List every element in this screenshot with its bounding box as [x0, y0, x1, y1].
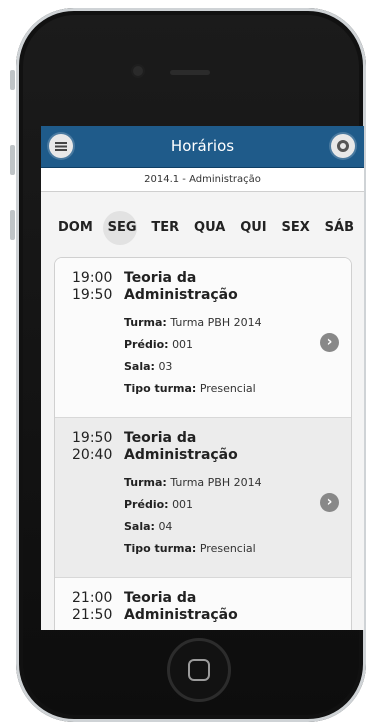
page-title: Horários: [170, 137, 235, 155]
tipo-label: Tipo turma:: [124, 382, 197, 395]
day-ter[interactable]: TER: [151, 220, 179, 235]
turma-value: Turma PBH 2014: [170, 316, 262, 329]
volume-down-button: [10, 210, 15, 240]
day-dom[interactable]: DOM: [58, 220, 93, 235]
subject-line-2: Administração: [124, 447, 238, 463]
class-item[interactable]: 19:00 19:50 Teoria da Administração Turm…: [55, 258, 351, 418]
subject-name: Teoria da Administração: [124, 270, 284, 304]
chevron-right-icon[interactable]: ›: [320, 493, 339, 512]
subject-line-1: Teoria da: [124, 590, 197, 606]
subject-line-1: Teoria da: [124, 270, 197, 286]
subject-line-2: Administração: [124, 607, 238, 623]
time-range: 19:50 20:40: [72, 430, 112, 464]
earpiece-speaker: [170, 70, 210, 75]
sala-label: Sala:: [124, 360, 155, 373]
predio-field: Prédio: 001: [124, 338, 193, 351]
class-item[interactable]: 19:50 20:40 Teoria da Administração Turm…: [55, 418, 351, 578]
subject-name: Teoria da Administração: [124, 430, 284, 464]
subject-line-1: Teoria da: [124, 430, 197, 446]
turma-value: Turma PBH 2014: [170, 476, 262, 489]
time-range: 21:00 21:50: [72, 590, 112, 624]
mute-switch: [10, 70, 15, 90]
app-screen: Horários 2014.1 - Administração DOM SEG …: [41, 126, 364, 630]
turma-field: Turma: Turma PBH 2014: [124, 316, 262, 329]
tipo-label: Tipo turma:: [124, 542, 197, 555]
settings-button[interactable]: [331, 134, 355, 158]
predio-value: 001: [172, 338, 194, 351]
start-time: 19:00: [72, 270, 113, 286]
sala-value: 04: [158, 520, 173, 533]
tipo-turma-field: Tipo turma: Presencial: [124, 542, 256, 555]
volume-up-button: [10, 145, 15, 175]
day-seg[interactable]: SEG: [102, 211, 137, 245]
sala-field: Sala: 03: [124, 360, 172, 373]
start-time: 21:00: [72, 590, 113, 606]
day-sex[interactable]: SEX: [282, 220, 310, 235]
turma-label: Turma:: [124, 316, 167, 329]
predio-value: 001: [172, 498, 194, 511]
tipo-value: Presencial: [199, 382, 256, 395]
end-time: 20:40: [72, 447, 113, 463]
turma-field: Turma: Turma PBH 2014: [124, 476, 262, 489]
day-qua[interactable]: QUA: [194, 220, 225, 235]
tipo-turma-field: Tipo turma: Presencial: [124, 382, 256, 395]
subject-line-2: Administração: [124, 287, 238, 303]
gear-icon: [337, 140, 349, 152]
end-time: 19:50: [72, 287, 113, 303]
semester-course-label: 2014.1 - Administração: [41, 168, 364, 192]
chevron-right-icon[interactable]: ›: [320, 333, 339, 352]
predio-label: Prédio:: [124, 498, 169, 511]
front-camera: [133, 66, 143, 76]
home-square-icon: [188, 659, 210, 681]
day-sab[interactable]: SÁB: [325, 220, 354, 235]
sala-field: Sala: 04: [124, 520, 172, 533]
time-range: 19:00 19:50: [72, 270, 112, 304]
turma-label: Turma:: [124, 476, 167, 489]
class-list: 19:00 19:50 Teoria da Administração Turm…: [54, 257, 352, 630]
tipo-value: Presencial: [199, 542, 256, 555]
sala-label: Sala:: [124, 520, 155, 533]
subject-name: Teoria da Administração: [124, 590, 284, 624]
end-time: 21:50: [72, 607, 113, 623]
sala-value: 03: [158, 360, 173, 373]
weekday-selector: DOM SEG TER QUA QUI SEX SÁB: [41, 211, 364, 245]
predio-label: Prédio:: [124, 338, 169, 351]
predio-field: Prédio: 001: [124, 498, 193, 511]
header-bar: Horários: [41, 126, 364, 168]
start-time: 19:50: [72, 430, 113, 446]
class-item[interactable]: 21:00 21:50 Teoria da Administração: [55, 578, 351, 630]
day-qui[interactable]: QUI: [240, 220, 266, 235]
